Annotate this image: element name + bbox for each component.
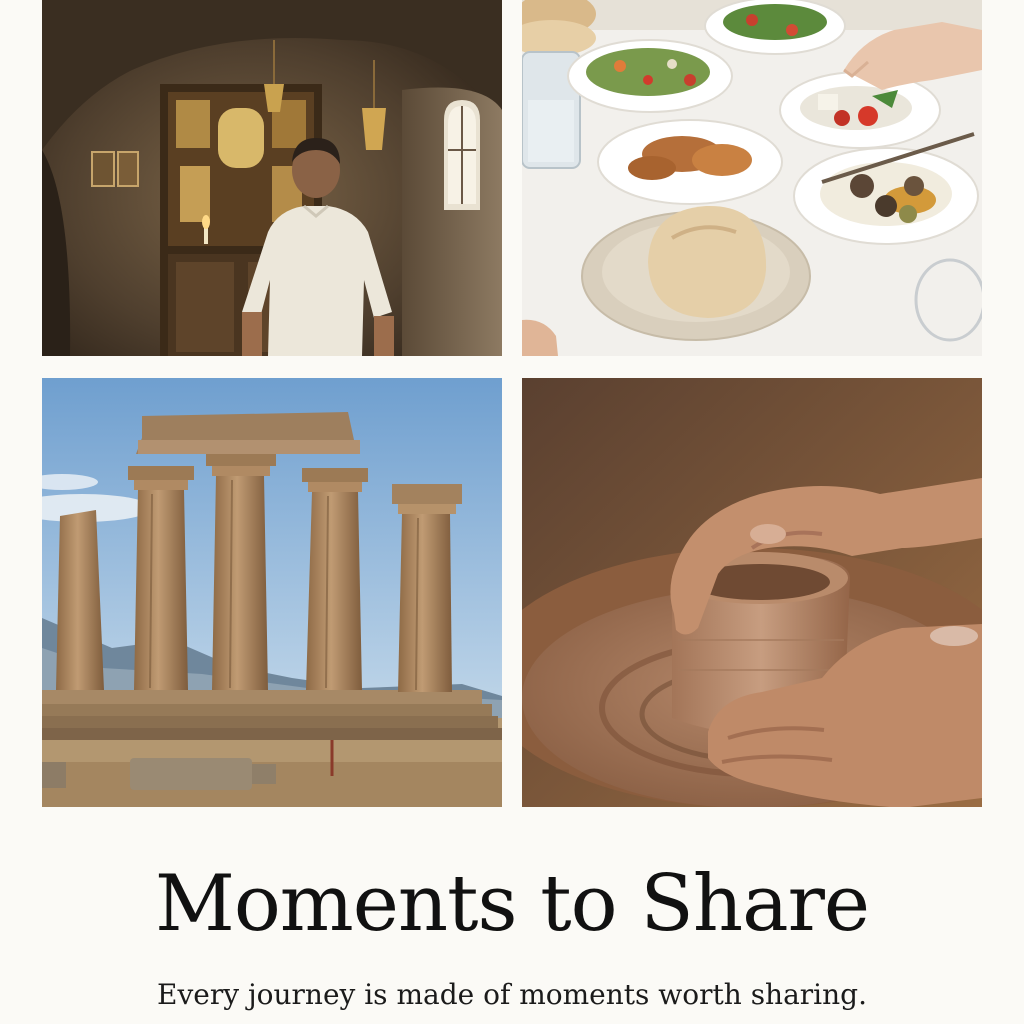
chapel-photo-icon — [42, 0, 502, 356]
meal-photo — [522, 0, 982, 356]
temple-photo-icon — [42, 378, 502, 807]
page-subtitle: Every journey is made of moments worth s… — [157, 978, 867, 1011]
meal-photo-icon — [522, 0, 982, 356]
pottery-photo-icon — [522, 378, 982, 807]
temple-photo — [42, 378, 502, 807]
pottery-photo — [522, 378, 982, 807]
page-title: Moments to Share — [154, 859, 870, 949]
chapel-photo — [42, 0, 502, 356]
